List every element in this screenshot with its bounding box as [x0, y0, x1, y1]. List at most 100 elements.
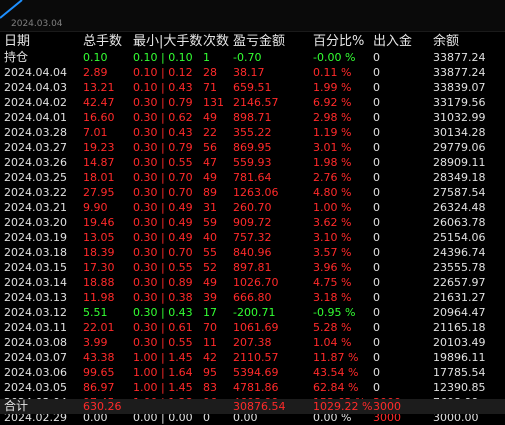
header-date[interactable]: 日期 — [4, 33, 30, 50]
table-row[interactable]: 2024.03.26 14.87 0.30 | 0.55 47 559.93 1.98 %… — [0, 155, 505, 170]
row-date: 2024.03.06 — [4, 366, 67, 379]
row-count: 59 — [203, 216, 217, 229]
row-min-max: 0.30 | 0.55 — [133, 261, 193, 274]
row-io: 0 — [373, 81, 380, 94]
row-balance: 33877.24 — [433, 66, 486, 79]
table-row[interactable]: 2024.03.22 27.95 0.30 | 0.70 89 1263.06 4.80 … — [0, 185, 505, 200]
row-io: 0 — [373, 351, 380, 364]
header-pnl[interactable]: 盈亏金额 — [233, 33, 285, 50]
row-date: 2024.03.22 — [4, 186, 67, 199]
row-io: 0 — [373, 186, 380, 199]
row-balance: 33839.07 — [433, 81, 486, 94]
row-pnl: 207.38 — [233, 336, 272, 349]
table-row[interactable]: 2024.03.15 17.30 0.30 | 0.55 52 897.81 3.96 %… — [0, 260, 505, 275]
header-lots[interactable]: 总手数 — [83, 33, 122, 50]
table-row[interactable]: 2024.03.06 99.65 1.00 | 1.64 95 5394.69 43.54… — [0, 365, 505, 380]
table-row[interactable]: 2024.03.25 18.01 0.30 | 0.70 49 781.64 2.76 %… — [0, 170, 505, 185]
table-row[interactable]: 2024.03.05 86.97 1.00 | 1.45 83 4781.86 62.84… — [0, 380, 505, 395]
row-lots: 9.90 — [83, 201, 108, 214]
row-pnl: 355.22 — [233, 126, 272, 139]
table-row[interactable]: 2024.03.08 3.99 0.30 | 0.55 11 207.38 1.04 % 0… — [0, 335, 505, 350]
row-percent: 4.80 % — [313, 186, 352, 199]
row-pnl: 840.96 — [233, 246, 272, 259]
row-count: 22 — [203, 126, 217, 139]
row-date: 2024.04.01 — [4, 111, 67, 124]
row-date: 2024.03.05 — [4, 381, 67, 394]
table-row[interactable]: 2024.03.14 18.88 0.30 | 0.89 49 1026.70 4.75 … — [0, 275, 505, 290]
row-percent: 0.11 % — [313, 66, 352, 79]
table-row[interactable]: 2024.04.03 13.21 0.10 | 0.43 71 659.51 1.99 %… — [0, 80, 505, 95]
header-balance[interactable]: 余额 — [433, 33, 459, 50]
row-date: 2024.03.28 — [4, 126, 67, 139]
row-pnl: 2110.57 — [233, 351, 279, 364]
table-row[interactable]: 2024.03.28 7.01 0.30 | 0.43 22 355.22 1.19 % 0… — [0, 125, 505, 140]
row-percent: 1.99 % — [313, 81, 352, 94]
row-date: 2024.03.26 — [4, 156, 67, 169]
row-lots: 7.01 — [83, 126, 108, 139]
table-row[interactable]: 2024.03.18 18.39 0.30 | 0.70 55 840.96 3.57 %… — [0, 245, 505, 260]
row-lots: 13.05 — [83, 231, 115, 244]
table-header: 日期 总手数 最小|大手数 次数 盈亏金额 百分比% 出入金 余额 — [0, 33, 505, 50]
row-min-max: 0.30 | 0.55 — [133, 336, 193, 349]
row-lots: 11.98 — [83, 291, 115, 304]
row-min-max: 1.00 | 1.64 — [133, 366, 193, 379]
total-row: 合计 630.26 30876.54 1029.22 % 3000 — [0, 399, 505, 414]
row-io: 0 — [373, 336, 380, 349]
row-percent: 3.62 % — [313, 216, 352, 229]
row-percent: 4.75 % — [313, 276, 352, 289]
row-balance: 20964.47 — [433, 306, 486, 319]
row-pnl: 909.72 — [233, 216, 272, 229]
table-row[interactable]: 2024.04.02 42.47 0.30 | 0.79 131 2146.57 6.92… — [0, 95, 505, 110]
holding-percent: -0.00 % — [313, 51, 356, 64]
row-balance: 23555.78 — [433, 261, 486, 274]
table-row[interactable]: 2024.03.11 22.01 0.30 | 0.61 70 1061.69 5.28 … — [0, 320, 505, 335]
row-pnl: 666.80 — [233, 291, 272, 304]
row-io: 0 — [373, 141, 380, 154]
header-min-max-lots[interactable]: 最小|大手数 — [133, 33, 202, 50]
row-min-max: 0.30 | 0.79 — [133, 141, 193, 154]
row-count: 83 — [203, 381, 217, 394]
row-percent: 43.54 % — [313, 366, 359, 379]
row-min-max: 0.30 | 0.70 — [133, 171, 193, 184]
row-count: 28 — [203, 66, 217, 79]
row-percent: 1.98 % — [313, 156, 352, 169]
row-min-max: 0.30 | 0.70 — [133, 186, 193, 199]
header-percent[interactable]: 百分比% — [313, 33, 364, 50]
row-pnl: 659.51 — [233, 81, 272, 94]
row-percent: 3.01 % — [313, 141, 352, 154]
table-row[interactable]: 2024.03.21 9.90 0.30 | 0.49 31 260.70 1.00 % 0… — [0, 200, 505, 215]
row-balance: 12390.85 — [433, 381, 486, 394]
table-row[interactable]: 2024.03.20 19.46 0.30 | 0.49 59 909.72 3.62 %… — [0, 215, 505, 230]
row-date: 2024.03.12 — [4, 306, 67, 319]
row-pnl: 869.95 — [233, 141, 272, 154]
row-io: 0 — [373, 306, 380, 319]
row-count: 89 — [203, 186, 217, 199]
row-lots: 19.23 — [83, 141, 115, 154]
table-row[interactable]: 2024.04.01 16.60 0.30 | 0.62 49 898.71 2.98 %… — [0, 110, 505, 125]
row-date: 2024.03.18 — [4, 246, 67, 259]
row-date: 2024.03.08 — [4, 336, 67, 349]
row-lots: 17.30 — [83, 261, 115, 274]
header-deposit-withdraw[interactable]: 出入金 — [373, 33, 412, 50]
row-percent: 3.18 % — [313, 291, 352, 304]
row-balance: 21165.18 — [433, 321, 486, 334]
table-row[interactable]: 2024.03.19 13.05 0.30 | 0.49 40 757.32 3.10 %… — [0, 230, 505, 245]
row-min-max: 1.00 | 1.45 — [133, 351, 193, 364]
table-row[interactable]: 2024.03.13 11.98 0.30 | 0.38 39 666.80 3.18 %… — [0, 290, 505, 305]
row-min-max: 1.00 | 1.45 — [133, 381, 193, 394]
header-count[interactable]: 次数 — [203, 33, 229, 50]
row-lots: 22.01 — [83, 321, 115, 334]
table-row[interactable]: 2024.03.07 43.38 1.00 | 1.45 42 2110.57 11.87… — [0, 350, 505, 365]
row-io: 0 — [373, 276, 380, 289]
total-pnl: 30876.54 — [233, 400, 286, 413]
holding-row[interactable]: 持仓 0.10 0.10 | 0.10 1 -0.70 -0.00 % 0 33… — [0, 50, 505, 65]
row-pnl: 5394.69 — [233, 366, 279, 379]
row-pnl: 1061.69 — [233, 321, 279, 334]
row-percent: 2.76 % — [313, 171, 352, 184]
table-row[interactable]: 2024.03.12 5.51 0.30 | 0.43 17 -200.71 -0.95 … — [0, 305, 505, 320]
holding-label: 持仓 — [4, 50, 29, 64]
row-balance: 27587.54 — [433, 186, 486, 199]
row-balance: 17785.54 — [433, 366, 486, 379]
table-row[interactable]: 2024.04.04 2.89 0.10 | 0.12 28 38.17 0.11 % 0 3… — [0, 65, 505, 80]
table-row[interactable]: 2024.03.27 19.23 0.30 | 0.79 56 869.95 3.01 %… — [0, 140, 505, 155]
